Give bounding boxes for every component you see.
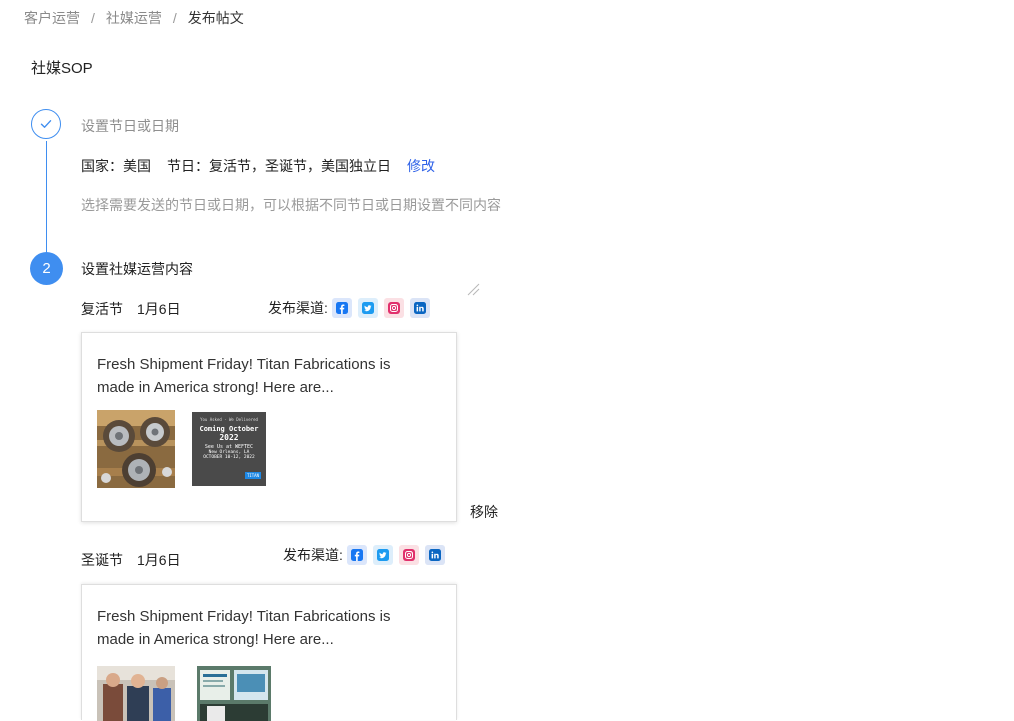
instagram-channel-toggle[interactable] [398,545,419,565]
facebook-icon [335,302,348,314]
breadcrumb: 客户运营 / 社媒运营 / 发布帖文 [24,8,244,28]
post-text: Fresh Shipment Friday! Titan Fabrication… [97,608,391,648]
entry-1-channels: 发布渠道: [268,298,436,318]
breadcrumb-current: 发布帖文 [187,10,244,26]
instagram-icon [402,549,415,561]
selected-holidays: 节日：复活节，圣诞节，美国独立日 [167,158,391,174]
post-image[interactable] [97,666,175,721]
linkedin-icon [428,549,441,561]
breadcrumb-item-social-ops[interactable]: 社媒运营 [106,8,162,28]
twitter-channel-toggle[interactable] [372,545,393,565]
twitter-icon [376,549,389,561]
instagram-channel-toggle[interactable] [383,298,404,318]
entry-2-date: 1月6日 [137,552,181,568]
twitter-channel-toggle[interactable] [357,298,378,318]
edit-link[interactable]: 修改 [407,156,435,176]
post-text: Fresh Shipment Friday! Titan Fabrication… [97,356,391,396]
twitter-icon [361,302,374,314]
entry-2-channels: 发布渠道: [283,545,451,565]
instagram-icon [387,302,400,314]
step1-indicator [31,109,61,139]
channel-label: 发布渠道: [283,547,343,563]
breadcrumb-item-customer-ops[interactable]: 客户运营 [24,8,80,28]
channel-label: 发布渠道: [268,300,328,316]
post-image[interactable]: You Asked · We Delivered Coming October … [192,412,266,486]
entry-1-date: 1月6日 [137,301,181,317]
linkedin-channel-toggle[interactable] [424,545,445,565]
step1-selection-summary: 国家：美国 节日：复活节，圣诞节，美国独立日 修改 [81,156,435,176]
step1-title: 设置节日或日期 [81,118,179,134]
post-card[interactable]: Fresh Shipment Friday! Titan Fabrication… [81,332,457,522]
linkedin-channel-toggle[interactable] [409,298,430,318]
entry-2-holiday: 圣诞节 [81,552,123,568]
step2-indicator: 2 [30,252,63,285]
step2-title: 设置社媒运营内容 [81,261,193,277]
step-connector-line [46,141,47,253]
entry-2-header: 圣诞节 1月6日 [81,550,181,570]
remove-button[interactable]: 移除 [470,502,498,522]
linkedin-icon [413,302,426,314]
post-image[interactable] [197,666,271,721]
page-title: 社媒SOP [31,60,93,77]
breadcrumb-separator: / [172,10,177,26]
check-icon [40,120,52,128]
selected-country: 国家：美国 [81,158,151,174]
resize-handle-icon[interactable] [466,282,480,296]
post-card[interactable]: Fresh Shipment Friday! Titan Fabrication… [81,584,457,721]
entry-1-holiday: 复活节 [81,301,123,317]
facebook-channel-toggle[interactable] [331,298,352,318]
post-image[interactable] [97,410,175,488]
facebook-channel-toggle[interactable] [346,545,367,565]
breadcrumb-separator: / [91,10,95,26]
entry-1-header: 复活节 1月6日 [81,299,181,319]
step1-description: 选择需要发送的节日或日期，可以根据不同节日或日期设置不同内容 [81,197,501,213]
facebook-icon [350,549,363,561]
